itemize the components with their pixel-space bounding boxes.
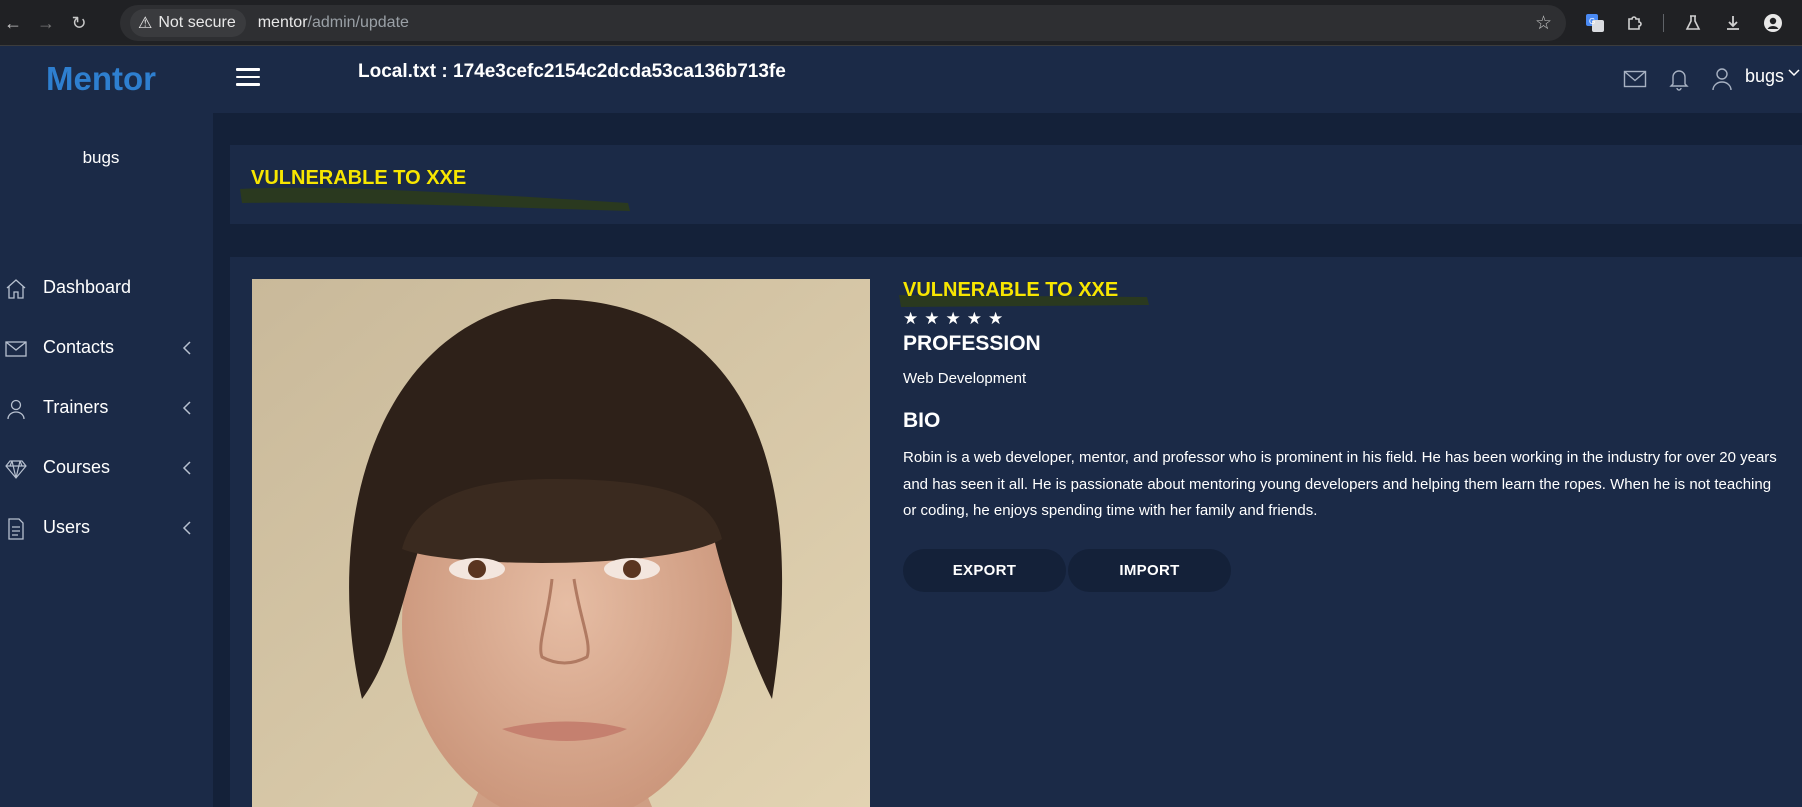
bookmark-star-icon[interactable]: ☆ <box>1535 12 1552 35</box>
star-icon: ★ <box>945 309 961 328</box>
document-icon <box>4 517 28 541</box>
url-path: /admin/update <box>307 14 409 31</box>
sidebar-item-label: Trainers <box>43 397 109 417</box>
download-icon[interactable] <box>1720 10 1746 36</box>
profession-heading: PROFESSION <box>903 332 1041 355</box>
main-content: VULNERABLE TO XXE VULNERABLE TO XXE ★ ★ … <box>213 113 1802 807</box>
profile-photo <box>252 279 870 807</box>
profile-avatar-icon[interactable] <box>1760 10 1786 36</box>
labs-flask-icon[interactable] <box>1680 10 1706 36</box>
app-header: Mentor Local.txt : 174e3cefc2154c2dcda53… <box>0 46 1802 113</box>
action-buttons: EXPORT IMPORT <box>903 548 1783 592</box>
security-label: Not secure <box>158 14 236 31</box>
user-icon <box>4 397 28 421</box>
sidebar-item-label: Dashboard <box>43 277 132 297</box>
extensions-puzzle-icon[interactable] <box>1622 10 1648 36</box>
star-icon: ★ <box>924 309 940 328</box>
svg-text:G: G <box>1589 17 1595 26</box>
sidebar-item-dashboard[interactable]: Dashboard <box>0 267 213 311</box>
chevron-down-icon[interactable] <box>1787 66 1801 83</box>
star-icon: ★ <box>988 309 1004 328</box>
security-chip[interactable]: ⚠ Not secure <box>130 9 246 37</box>
back-arrow-icon[interactable]: ← <box>0 10 26 36</box>
forward-arrow-icon[interactable]: → <box>33 10 59 36</box>
rating-stars: ★ ★ ★ ★ ★ <box>903 310 1783 328</box>
envelope-icon <box>4 337 28 361</box>
local-txt-flag: Local.txt : 174e3cefc2154c2dcda53ca136b7… <box>358 61 786 82</box>
sidebar-item-courses[interactable]: Courses <box>0 447 213 491</box>
sidebar-item-label: Contacts <box>43 337 115 357</box>
profile-panel: VULNERABLE TO XXE ★ ★ ★ ★ ★ PROFESSION W… <box>230 257 1802 807</box>
sidebar-item-label: Courses <box>43 457 111 477</box>
page-title: VULNERABLE TO XXE <box>251 167 467 189</box>
export-button[interactable]: EXPORT <box>903 548 1066 592</box>
mail-icon[interactable] <box>1622 66 1648 92</box>
bell-icon[interactable] <box>1666 66 1692 92</box>
star-icon: ★ <box>966 309 982 328</box>
diamond-icon <box>4 457 28 481</box>
toolbar-separator <box>1663 14 1664 32</box>
brand-logo[interactable]: Mentor <box>46 60 156 98</box>
url-text[interactable]: mentor/admin/update <box>258 14 409 32</box>
sidebar: bugs Dashboard Contacts Trainers Courses <box>0 113 213 807</box>
address-bar[interactable]: ⚠ Not secure mentor/admin/update ☆ <box>120 5 1566 41</box>
chevron-left-icon <box>180 519 194 537</box>
sidebar-item-trainers[interactable]: Trainers <box>0 387 213 431</box>
profile-info: VULNERABLE TO XXE ★ ★ ★ ★ ★ PROFESSION W… <box>899 279 1783 592</box>
browser-toolbar: ← → ↻ ⚠ Not secure mentor/admin/update ☆… <box>0 0 1802 46</box>
sidebar-item-users[interactable]: Users <box>0 507 213 551</box>
translate-icon[interactable]: G <box>1582 10 1608 36</box>
profile-name: VULNERABLE TO XXE <box>899 279 1783 307</box>
sidebar-item-contacts[interactable]: Contacts <box>0 327 213 371</box>
sidebar-username: bugs <box>82 148 120 167</box>
hamburger-menu-icon[interactable] <box>236 68 260 88</box>
profile-name-text: VULNERABLE TO XXE <box>903 279 1119 301</box>
chevron-left-icon <box>180 339 194 357</box>
bio-text: Robin is a web developer, mentor, and pr… <box>903 449 1777 519</box>
star-icon: ★ <box>903 309 919 328</box>
chevron-left-icon <box>180 399 194 417</box>
user-icon[interactable] <box>1709 66 1735 92</box>
chevron-left-icon <box>180 459 194 477</box>
url-host: mentor <box>257 14 308 31</box>
reload-icon[interactable]: ↻ <box>66 10 92 36</box>
profession-value: Web Development <box>903 370 1027 387</box>
bio-heading: BIO <box>903 409 941 432</box>
sidebar-item-label: Users <box>43 517 91 537</box>
header-username[interactable]: bugs <box>1745 66 1784 87</box>
warning-icon: ⚠ <box>138 15 153 32</box>
page-banner: VULNERABLE TO XXE <box>230 145 1802 224</box>
import-button[interactable]: IMPORT <box>1068 548 1231 592</box>
home-icon <box>4 277 28 301</box>
